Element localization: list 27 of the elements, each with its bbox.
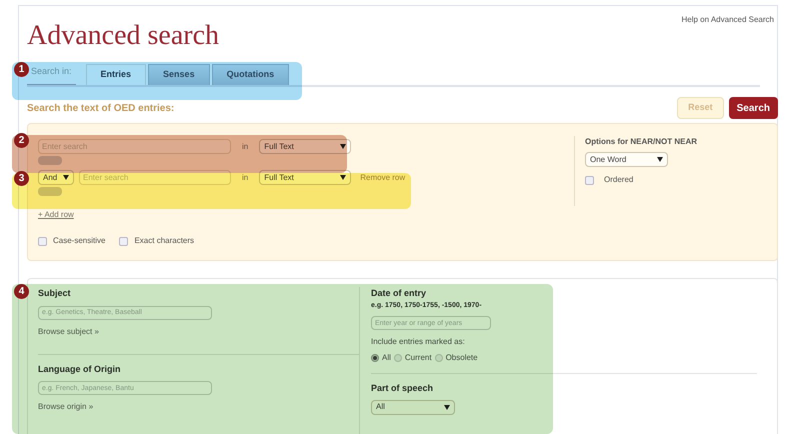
in-label: in [242,172,248,184]
field-heading: Part of speech [371,382,434,395]
include-label: Include entries marked as: [371,336,466,348]
checkbox-label: Exact characters [134,235,194,247]
near-options-title: Options for NEAR/NOT NEAR [585,136,697,148]
in-label: in [242,140,248,152]
help-link[interactable]: Help on Advanced Search [681,14,774,26]
page-title: Advanced search [27,22,220,50]
browse-link[interactable]: Browse origin » [38,401,94,413]
field-heading: Date of entry [371,287,428,300]
browse-link[interactable]: Browse subject » [38,326,99,338]
radio-label: Obsolete [446,352,478,364]
radio-label: All [382,352,391,364]
section-heading: Search the text of OED entries: [27,102,174,116]
checkbox[interactable] [38,236,47,246]
remove-row-link[interactable]: Remove row [360,172,406,184]
add-row-link[interactable]: + Add row [38,209,74,221]
search-button[interactable]: Search [728,97,778,119]
checkbox[interactable] [119,236,128,246]
checkbox-label: Ordered [604,174,634,186]
checkbox-label: Case-sensitive [53,235,106,247]
dropdown[interactable]: One Word [585,152,668,167]
checkbox[interactable] [585,176,594,184]
field-heading: Language of Origin [38,362,122,376]
caret-icon [657,157,663,162]
radio-label: Current [404,352,432,364]
field-heading: Subject [38,287,72,300]
